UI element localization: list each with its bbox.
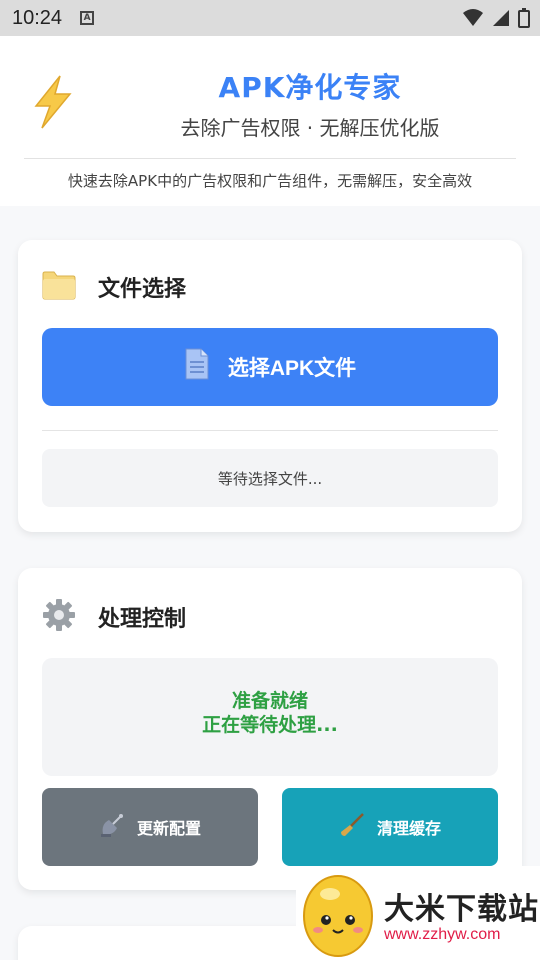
file-card-header: 文件选择 xyxy=(42,270,186,304)
clear-cache-label: 清理缓存 xyxy=(376,819,441,838)
watermark-logo-icon xyxy=(300,868,376,960)
status-waiting-text: 正在等待处理... xyxy=(202,714,338,736)
gear-icon xyxy=(42,598,76,636)
update-config-button[interactable]: 更新配置 xyxy=(42,788,258,866)
status-icons xyxy=(462,8,530,28)
header-divider xyxy=(24,158,516,159)
signal-icon xyxy=(493,10,509,26)
status-ready-text: 准备就绪 xyxy=(231,690,308,712)
control-card-title: 处理控制 xyxy=(98,607,187,632)
app-header: APK净化专家 去除广告权限 · 无解压优化版 快速去除APK中的广告权限和广告… xyxy=(0,36,540,206)
wifi-icon xyxy=(463,9,483,26)
processing-control-card: 处理控制 准备就绪 正在等待处理... 更新配置 清理缓存 xyxy=(18,568,522,890)
file-selection-card: 文件选择 选择APK文件 等待选择文件... xyxy=(18,240,522,532)
select-apk-label: 选择APK文件 xyxy=(227,357,357,380)
document-icon xyxy=(184,348,210,386)
watermark: 大米下载站 www.zzhyw.com xyxy=(296,866,540,960)
battery-icon xyxy=(518,8,530,28)
app-title: APK净化专家 xyxy=(218,71,402,104)
processing-status-panel: 准备就绪 正在等待处理... xyxy=(42,658,498,776)
update-config-label: 更新配置 xyxy=(136,819,201,838)
clear-cache-button[interactable]: 清理缓存 xyxy=(282,788,498,866)
app-description: 快速去除APK中的广告权限和广告组件，无需解压，安全高效 xyxy=(67,172,473,190)
file-card-title: 文件选择 xyxy=(98,277,187,302)
satellite-icon xyxy=(99,812,125,842)
control-card-header: 处理控制 xyxy=(42,598,186,636)
app-subtitle: 去除广告权限 · 无解压优化版 xyxy=(180,116,440,140)
file-status-text: 等待选择文件... xyxy=(42,449,498,507)
file-card-divider xyxy=(42,430,498,431)
broom-icon xyxy=(339,812,365,842)
select-apk-button[interactable]: 选择APK文件 xyxy=(42,328,498,406)
status-time: 10:24 xyxy=(12,6,63,29)
watermark-name: 大米下载站 xyxy=(384,892,539,927)
folder-icon xyxy=(42,270,76,304)
status-bar: 10:24 A xyxy=(0,0,540,36)
watermark-url: www.zzhyw.com xyxy=(384,926,501,943)
keyboard-indicator-icon: A xyxy=(80,11,95,25)
